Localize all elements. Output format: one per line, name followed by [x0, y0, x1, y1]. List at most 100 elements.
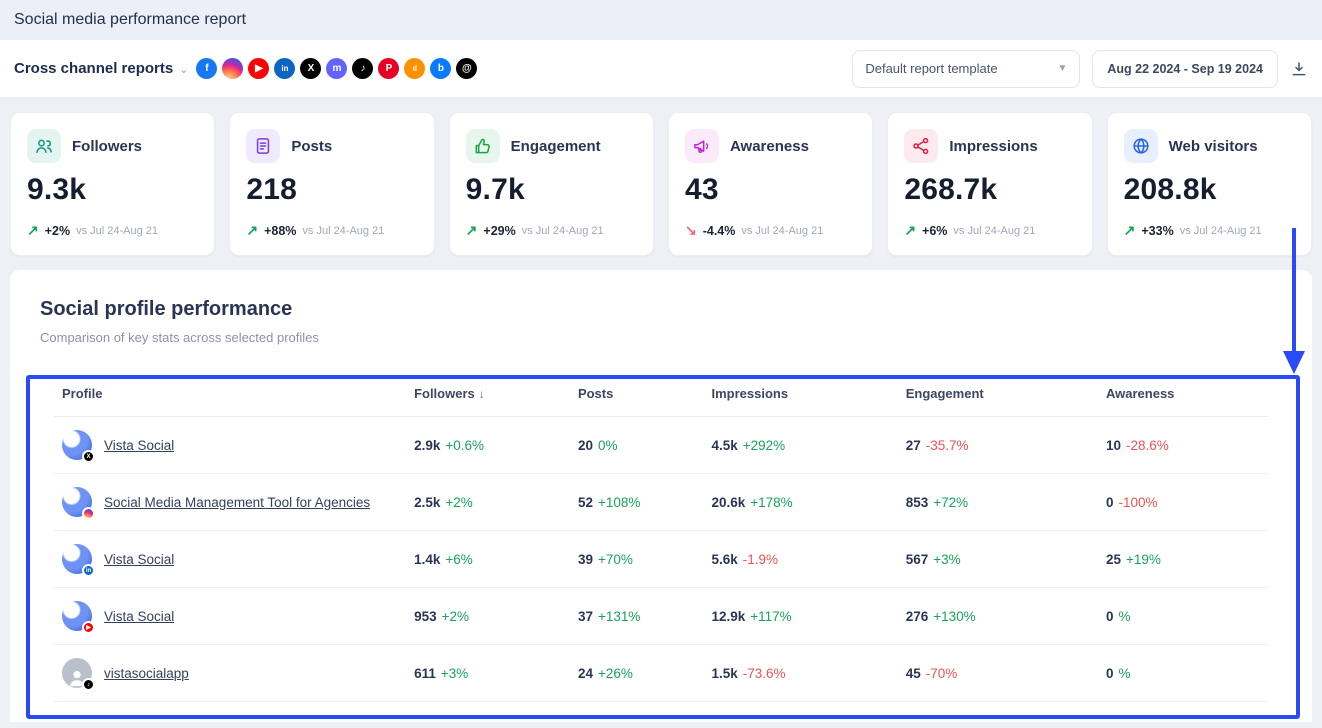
profile-link[interactable]: vistasocialapp [104, 666, 189, 681]
awareness-cell: 0% [1098, 645, 1268, 702]
linkedin-badge-icon: in [82, 564, 95, 577]
table-row: XVista Social2.9k+0.6%200%4.5k+292%27-35… [54, 417, 1268, 474]
engagement-value: 853 [906, 495, 929, 510]
trend-down-icon: ↘ [685, 222, 697, 239]
facebook-icon[interactable]: f [196, 58, 217, 79]
report-template-select[interactable]: Default report template ▼ [852, 50, 1080, 88]
engagement-change: +72% [933, 495, 968, 510]
impressions-value: 20.6k [711, 495, 745, 510]
followers-value: 2.9k [414, 438, 440, 453]
table-body: XVista Social2.9k+0.6%200%4.5k+292%27-35… [54, 417, 1268, 702]
engagement-cell: 45-70% [898, 645, 1098, 702]
kpi-card-engagement: Engagement9.7k↗+29%vs Jul 24-Aug 21 [449, 112, 654, 256]
awareness-cell: 25+19% [1098, 531, 1268, 588]
impressions-value: 1.5k [711, 666, 737, 681]
engagement-value: 567 [906, 552, 929, 567]
kpi-foot: ↗+29%vs Jul 24-Aug 21 [466, 222, 637, 239]
awareness-change: +19% [1126, 552, 1161, 567]
engagement-change: +3% [933, 552, 960, 567]
followers-cell: 1.4k+6% [406, 531, 570, 588]
profile-link[interactable]: Social Media Management Tool for Agencie… [104, 495, 370, 510]
kpi-head: Awareness [685, 129, 856, 163]
kpi-value: 9.7k [466, 173, 637, 207]
followers-cell: 2.5k +2% [406, 474, 570, 531]
youtube-icon[interactable]: ▶ [248, 58, 269, 79]
awareness-value: 0 [1106, 495, 1114, 510]
impressions-value: 5.6k [711, 552, 737, 567]
column-header-profile[interactable]: Profile [54, 369, 406, 417]
followers-cell: 611+3% [406, 645, 570, 702]
column-header-impressions[interactable]: Impressions [703, 369, 897, 417]
engagement-change: +130% [933, 609, 975, 624]
posts-cell: 24+26% [570, 645, 704, 702]
youtube-badge-icon: ▶ [82, 621, 95, 634]
followers-change: +6% [445, 552, 472, 567]
kpi-foot: ↘-4.4%vs Jul 24-Aug 21 [685, 222, 856, 239]
date-range-value: Aug 22 2024 - Sep 19 2024 [1107, 62, 1263, 76]
profile-link[interactable]: Vista Social [104, 609, 174, 624]
date-range-picker[interactable]: Aug 22 2024 - Sep 19 2024 [1092, 50, 1278, 88]
column-header-posts[interactable]: Posts [570, 369, 704, 417]
web-icon [1124, 129, 1158, 163]
mastodon-icon[interactable]: m [326, 58, 347, 79]
impressions-cell: 12.9k+117% [703, 588, 897, 645]
instagram-icon[interactable] [222, 58, 243, 79]
column-header-followers[interactable]: Followers↓ [406, 369, 570, 417]
kpi-foot: ↗+88%vs Jul 24-Aug 21 [246, 222, 417, 239]
column-header-awareness[interactable]: Awareness [1098, 369, 1268, 417]
posts-value: 39 [578, 552, 593, 567]
tiktok-icon[interactable]: ♪ [352, 58, 373, 79]
download-button[interactable] [1290, 60, 1308, 78]
toolbar-right: Default report template ▼ Aug 22 2024 - … [852, 50, 1308, 88]
posts-value: 20 [578, 438, 593, 453]
profile-cell: Social Media Management Tool for Agencie… [54, 474, 406, 531]
profile-link[interactable]: Vista Social [104, 552, 174, 567]
trend-up-icon: ↗ [27, 222, 39, 239]
awareness-change: % [1119, 666, 1131, 681]
kpi-label: Awareness [730, 138, 809, 155]
chevron-down-icon: ▼ [1057, 63, 1067, 74]
engagement-cell: 853 +72% [898, 474, 1098, 531]
impressions-change: +292% [743, 438, 785, 453]
kpi-compare-label: vs Jul 24-Aug 21 [1180, 225, 1262, 237]
trend-up-icon: ↗ [1124, 222, 1136, 239]
profile-avatar: X [62, 430, 92, 460]
pinterest-icon[interactable]: P [378, 58, 399, 79]
sort-desc-icon: ↓ [479, 387, 485, 401]
posts-icon [246, 129, 280, 163]
awareness-change: -28.6% [1126, 438, 1169, 453]
threads-icon[interactable]: @ [456, 58, 477, 79]
kpi-card-impressions: Impressions268.7k↗+6%vs Jul 24-Aug 21 [887, 112, 1092, 256]
kpi-value: 9.3k [27, 173, 198, 207]
followers-icon [27, 129, 61, 163]
report-type-selector[interactable]: Cross channel reports [14, 60, 173, 77]
bluesky-icon[interactable]: b [430, 58, 451, 79]
engagement-change: -70% [926, 666, 958, 681]
column-header-engagement[interactable]: Engagement [898, 369, 1098, 417]
posts-change: +108% [598, 495, 640, 510]
impressions-value: 12.9k [711, 609, 745, 624]
impressions-icon [904, 129, 938, 163]
kpi-compare-label: vs Jul 24-Aug 21 [522, 225, 604, 237]
engagement-icon [466, 129, 500, 163]
google-business-icon[interactable]: ıl [404, 58, 425, 79]
followers-value: 611 [414, 666, 436, 681]
kpi-card-web: Web visitors208.8k↗+33%vs Jul 24-Aug 21 [1107, 112, 1312, 256]
followers-value: 2.5k [414, 495, 440, 510]
trend-up-icon: ↗ [246, 222, 258, 239]
impressions-cell: 1.5k-73.6% [703, 645, 897, 702]
kpi-row: Followers9.3k↗+2%vs Jul 24-Aug 21Posts21… [0, 98, 1322, 258]
kpi-value: 218 [246, 173, 417, 207]
engagement-value: 276 [906, 609, 929, 624]
profile-link[interactable]: Vista Social [104, 438, 174, 453]
table-row: ▶Vista Social953+2%37+131%12.9k+117%276+… [54, 588, 1268, 645]
followers-change: +2% [445, 495, 472, 510]
awareness-cell: 0-100% [1098, 474, 1268, 531]
linkedin-icon[interactable]: in [274, 58, 295, 79]
page-title: Social media performance report [14, 11, 246, 29]
table-row: ♪vistasocialapp611+3%24+26%1.5k-73.6%45-… [54, 645, 1268, 702]
awareness-value: 0 [1106, 609, 1114, 624]
section-subtitle: Comparison of key stats across selected … [40, 330, 1282, 345]
followers-change: +0.6% [445, 438, 484, 453]
x-icon[interactable]: X [300, 58, 321, 79]
